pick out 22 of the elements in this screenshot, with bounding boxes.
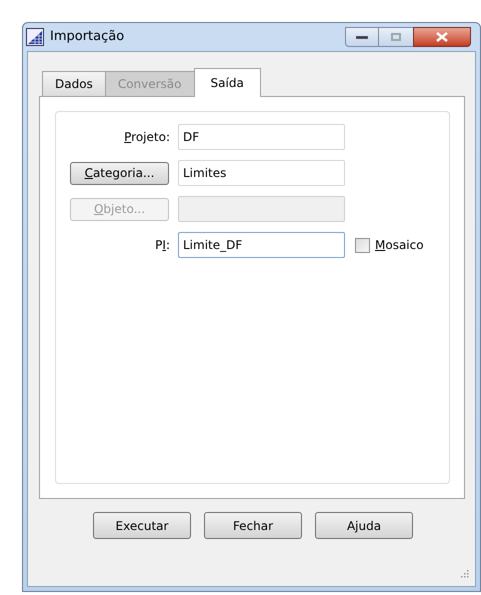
close-button[interactable] [413,27,471,47]
checkbox-label: Mosaico [375,237,424,254]
input-field[interactable]: Limites [178,160,345,186]
minimize-button[interactable] [345,27,379,47]
input-field[interactable]: DF [178,124,345,150]
minimize-icon [356,36,368,38]
dialog-button[interactable]: Fechar [204,512,302,539]
app-icon [26,28,44,46]
close-icon [436,32,448,42]
tab[interactable]: Saída [194,68,261,97]
dialog-button[interactable]: Ajuda [315,512,413,539]
field-label: PI: [154,237,170,254]
field-label: Projeto: [123,129,170,146]
dialog-button[interactable]: Executar [93,512,191,539]
tab[interactable]: Dados [42,71,106,96]
resize-grip-icon [461,570,469,578]
input-field[interactable]: Limite_DF [178,232,345,258]
maximize-icon [391,33,401,41]
checkbox[interactable] [355,238,370,252]
maximize-button[interactable] [379,27,413,47]
field-button[interactable]: Categoria... [70,162,169,184]
window-title: Importação [50,28,124,46]
